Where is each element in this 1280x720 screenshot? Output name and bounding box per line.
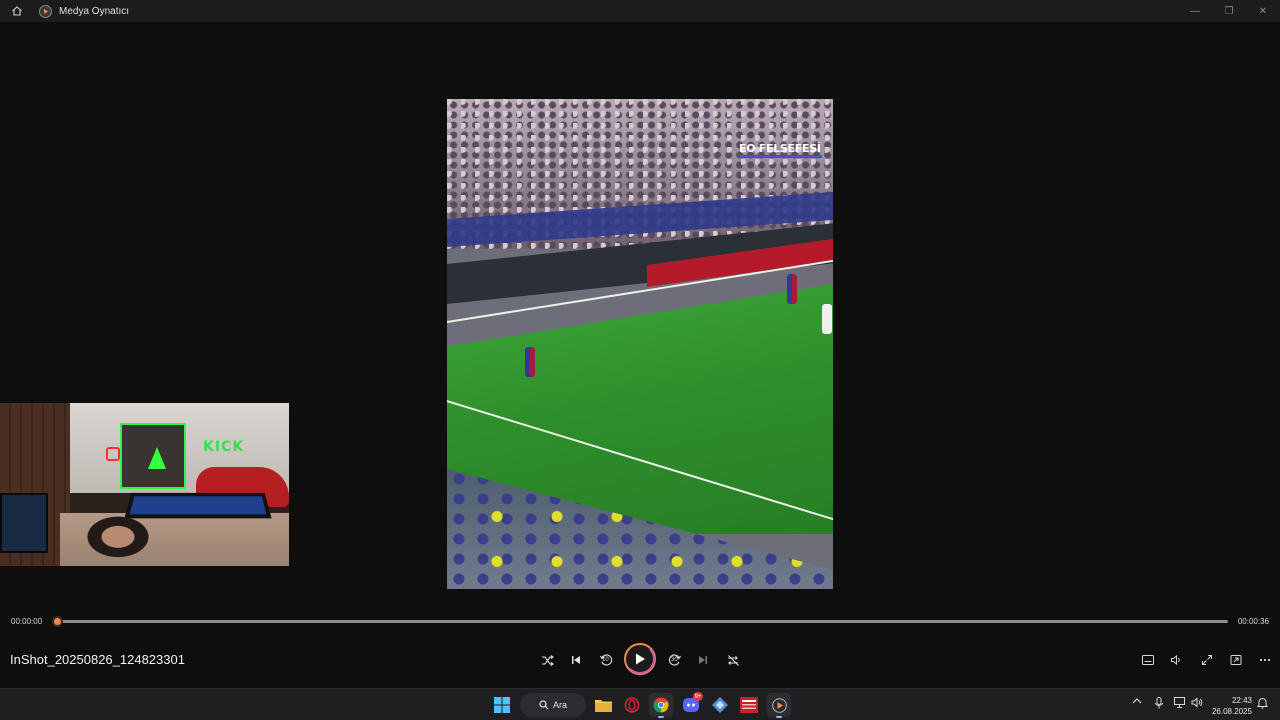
skip-back-label: 10	[602, 657, 609, 663]
webcam-streamer	[82, 513, 162, 566]
expand-icon	[1202, 655, 1212, 665]
more-icon	[1259, 658, 1271, 662]
app-diamond-icon	[712, 697, 728, 713]
skip-forward-label: 30	[671, 657, 678, 663]
search-icon	[539, 700, 549, 710]
file-name: InShot_20250826_124823301	[10, 652, 185, 667]
tray-overflow-button[interactable]	[1132, 697, 1142, 708]
fullscreen-button[interactable]	[1197, 650, 1217, 670]
kick-logo-icon	[148, 447, 166, 469]
clock-date: 26.08.2025	[1211, 707, 1252, 716]
app-button[interactable]	[708, 693, 732, 717]
webcam-monitor	[0, 493, 48, 553]
repeat-button[interactable]	[723, 650, 743, 670]
network-button[interactable]	[1174, 697, 1186, 711]
more-options-button[interactable]	[1255, 650, 1275, 670]
windows-logo-icon	[494, 697, 510, 713]
active-indicator	[776, 716, 782, 718]
discord-button[interactable]: 9+	[679, 692, 703, 717]
chrome-button[interactable]	[649, 693, 673, 718]
seek-track[interactable]	[57, 620, 1228, 623]
bell-icon	[1256, 698, 1269, 709]
window-controls: — ❐ ✕	[1178, 0, 1280, 22]
play-icon	[636, 653, 645, 665]
subtitles-button[interactable]	[1138, 650, 1158, 670]
window-title: Medya Oynatıcı	[59, 5, 130, 17]
shuffle-icon	[541, 654, 554, 666]
current-time: 00:00:00	[11, 617, 43, 626]
previous-button[interactable]	[566, 650, 586, 670]
news-app-button[interactable]	[737, 693, 761, 717]
speaker-button[interactable]	[1191, 697, 1203, 711]
notifications-button[interactable]	[1256, 697, 1269, 712]
taskbar-clock[interactable]: 22:43 26.08.2025	[1210, 695, 1252, 717]
chevron-up-icon	[1132, 698, 1142, 704]
next-button[interactable]	[693, 650, 713, 670]
discord-badge: 9+	[693, 692, 703, 701]
clock-time: 22:43	[1231, 696, 1252, 705]
taskbar-search[interactable]: Ara	[520, 693, 586, 717]
skip-forward-button[interactable]: 30	[665, 650, 685, 670]
close-button[interactable]: ✕	[1246, 0, 1280, 22]
start-button[interactable]	[490, 693, 514, 717]
webcam-sign: KICK	[203, 439, 245, 455]
active-indicator	[658, 716, 664, 718]
speaker-icon	[1191, 697, 1203, 708]
player-figure	[822, 304, 832, 334]
mini-player-icon	[1230, 655, 1242, 665]
player-figure	[787, 274, 797, 304]
mini-player-button[interactable]	[1226, 650, 1246, 670]
chrome-icon	[653, 697, 669, 713]
neon-sign-icon	[106, 447, 120, 461]
volume-icon	[1171, 654, 1180, 666]
webcam-overlay: KICK	[0, 403, 289, 566]
file-explorer-button[interactable]	[591, 693, 615, 717]
shuffle-button[interactable]	[537, 650, 557, 670]
opera-gx-button[interactable]	[620, 693, 644, 717]
taskbar: Ara 9+ 22:43 26.08.2025	[0, 688, 1280, 720]
opera-gx-icon	[624, 697, 640, 713]
seek-thumb[interactable]	[52, 616, 63, 627]
folder-icon	[594, 700, 612, 712]
seek-bar: 00:00:00 00:00:36	[0, 612, 1280, 632]
player-figure	[525, 347, 535, 377]
video-frame[interactable]: EO FELSEFESİ	[447, 99, 833, 589]
subtitles-icon	[1142, 655, 1154, 665]
media-player-window: Medya Oynatıcı — ❐ ✕ EO FELSEFESİ KICK 0…	[0, 0, 1280, 688]
skip-back-button[interactable]: 10	[596, 650, 616, 670]
previous-icon	[572, 656, 580, 664]
volume-button[interactable]	[1166, 650, 1186, 670]
network-icon	[1174, 697, 1185, 708]
repeat-off-icon	[727, 654, 739, 666]
play-button[interactable]	[624, 643, 656, 675]
next-icon	[699, 656, 707, 664]
microphone-icon	[1154, 697, 1164, 709]
media-player-taskbar-button[interactable]	[767, 693, 791, 718]
microphone-button[interactable]	[1154, 697, 1164, 712]
title-bar: Medya Oynatıcı — ❐ ✕	[0, 0, 1280, 22]
minimize-button[interactable]: —	[1178, 0, 1212, 22]
home-icon[interactable]	[9, 3, 25, 19]
news-app-icon	[740, 697, 758, 713]
duration-time: 00:00:36	[1237, 617, 1269, 626]
media-player-icon	[771, 697, 787, 713]
media-player-icon	[39, 4, 52, 18]
video-watermark: EO FELSEFESİ	[736, 141, 824, 158]
search-label: Ara	[552, 700, 567, 710]
restore-button[interactable]: ❐	[1212, 0, 1246, 22]
